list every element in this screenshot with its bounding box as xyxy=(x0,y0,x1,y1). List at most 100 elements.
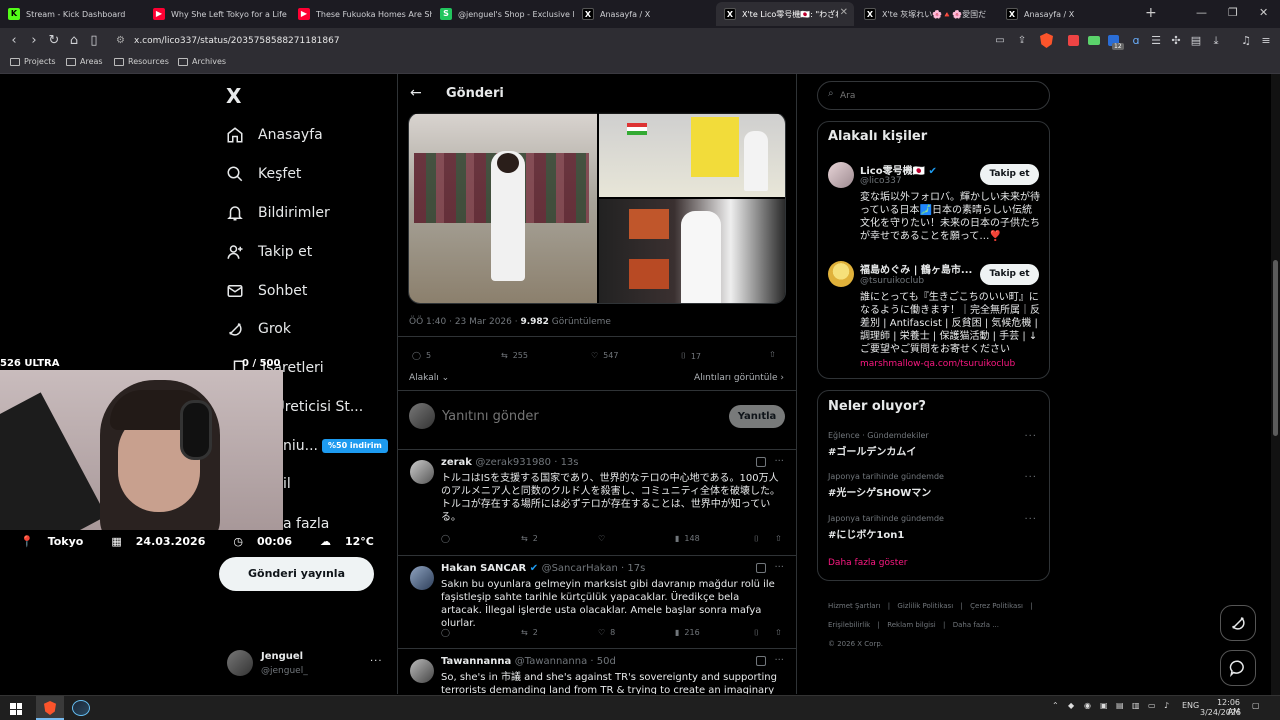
repost-action[interactable]: ⇆ 255 xyxy=(501,351,528,360)
avatar[interactable] xyxy=(410,460,434,484)
tray-chevron-icon[interactable]: ⌃ xyxy=(1052,701,1059,710)
avatar[interactable] xyxy=(410,566,434,590)
post-image[interactable] xyxy=(599,199,785,303)
account-avatar[interactable] xyxy=(227,650,253,676)
close-tab-icon[interactable]: ✕ xyxy=(840,7,848,18)
translate-icon[interactable]: ɑ xyxy=(1128,33,1144,49)
like-action[interactable]: ♡ 8 xyxy=(598,628,615,637)
more-icon[interactable]: ··· xyxy=(774,562,784,573)
grok-fab[interactable] xyxy=(1220,605,1256,641)
bookmark-action[interactable]: ⌷ xyxy=(754,534,759,544)
tray-app-icon[interactable]: ◆ xyxy=(1068,701,1074,710)
new-tab-button[interactable]: + xyxy=(1145,5,1157,21)
bookmark-folder[interactable]: Projects xyxy=(10,57,56,66)
author-name[interactable]: Hakan SANCAR xyxy=(441,563,526,574)
footer-link[interactable]: Hizmet Şartları xyxy=(828,602,880,610)
reply-input[interactable] xyxy=(442,406,672,426)
more-icon[interactable]: ··· xyxy=(774,456,784,467)
more-icon[interactable]: ··· xyxy=(1024,431,1037,442)
minimize-button[interactable]: — xyxy=(1196,6,1207,19)
post-image[interactable] xyxy=(409,113,597,303)
browser-tab[interactable]: K Stream - Kick Dashboard xyxy=(0,2,145,26)
reload-icon[interactable]: ↻ xyxy=(46,33,62,49)
person-link[interactable]: marshmallow-qa.com/tsuruikoclub xyxy=(860,359,1015,369)
person-name[interactable]: 福島めぐみ | 鶴ヶ島市... xyxy=(860,261,975,276)
grok-icon[interactable] xyxy=(756,563,766,573)
extensions-icon[interactable]: ✣ xyxy=(1168,33,1184,49)
trend-item[interactable]: #ゴールデンカムイ xyxy=(828,443,916,458)
sidebar-item-follow[interactable]: Takip et xyxy=(226,237,312,267)
avatar[interactable] xyxy=(410,659,434,683)
sidebar-item-notifications[interactable]: Bildirimler xyxy=(226,198,330,228)
reading-list-icon[interactable]: ☰ xyxy=(1148,33,1164,49)
post-media-grid[interactable] xyxy=(408,112,786,304)
more-icon[interactable]: ··· xyxy=(774,655,784,666)
follow-button[interactable]: Takip et xyxy=(980,164,1039,185)
brave-shield-icon[interactable] xyxy=(1040,33,1053,48)
views-action[interactable]: ▮ 148 xyxy=(675,534,700,543)
footer-link[interactable]: Daha fazla ... xyxy=(953,621,999,629)
search-box[interactable]: ⌕ xyxy=(817,81,1050,110)
browser-tab[interactable]: ▶ These Fukuoka Homes Are Sho xyxy=(290,2,432,26)
network-icon[interactable]: ▭ xyxy=(1148,701,1156,710)
url-bar[interactable]: ⚙ x.com/lico337/status/20357585882711818… xyxy=(112,31,980,51)
home-icon[interactable]: ⌂ xyxy=(66,33,82,49)
reply-tweet[interactable]: Tawannanna @Tawannanna · 50d ··· So, she… xyxy=(398,648,796,694)
scrollbar-thumb[interactable] xyxy=(1273,260,1278,436)
more-icon[interactable]: ··· xyxy=(1024,472,1037,483)
sidebar-item-explore[interactable]: Keşfet xyxy=(226,159,301,189)
share-action[interactable]: ⇧ xyxy=(775,628,782,637)
reply-action[interactable]: ◯ 5 xyxy=(412,351,431,360)
bookmark-action[interactable]: ⌷ 17 xyxy=(681,351,701,361)
footer-link[interactable]: Erişilebilirlik xyxy=(828,621,870,629)
more-icon[interactable]: ··· xyxy=(1024,514,1037,525)
post-image[interactable] xyxy=(599,113,785,197)
trend-item[interactable]: #光ーシゲSHOWマン xyxy=(828,484,931,499)
browser-tab[interactable]: X Anasayfa / X xyxy=(998,2,1138,26)
follow-button[interactable]: Takip et xyxy=(980,264,1039,285)
site-settings-icon[interactable]: ⚙ xyxy=(116,31,125,51)
author-name[interactable]: zerak xyxy=(441,457,472,468)
sidebar-item-grok[interactable]: Grok xyxy=(226,314,291,344)
bookmark-folder[interactable]: Areas xyxy=(66,57,103,66)
repost-action[interactable]: ⇆ 2 xyxy=(521,628,538,637)
restore-button[interactable]: ❐ xyxy=(1228,6,1238,19)
share-icon[interactable]: ⇪ xyxy=(1014,33,1030,49)
steam-icon[interactable] xyxy=(72,700,90,716)
trend-item[interactable]: #にじボケ1on1 xyxy=(828,526,904,541)
account-name[interactable]: Jenguel xyxy=(261,651,303,662)
views-action[interactable]: ▮ 216 xyxy=(675,628,700,637)
grok-icon[interactable] xyxy=(756,656,766,666)
browser-tab[interactable]: X Anasayfa / X xyxy=(574,2,714,26)
x-logo[interactable]: X xyxy=(226,84,241,108)
avatar[interactable] xyxy=(828,261,854,287)
reply-button[interactable]: Yanıtla xyxy=(729,405,785,428)
tray-app-icon[interactable]: ▣ xyxy=(1100,701,1108,710)
wallet-icon[interactable]: ▤ xyxy=(1188,33,1204,49)
forward-icon[interactable]: › xyxy=(26,33,42,49)
sidebar-toggle-icon[interactable]: ▯ xyxy=(86,33,102,49)
show-more-link[interactable]: Daha fazla göster xyxy=(828,558,907,568)
bookmark-folder[interactable]: Archives xyxy=(178,57,226,66)
bookmark-action[interactable]: ⌷ xyxy=(754,628,759,638)
close-window-button[interactable]: ✕ xyxy=(1259,6,1268,19)
language-indicator[interactable]: ENG xyxy=(1182,701,1199,710)
scrollbar-track[interactable] xyxy=(1271,74,1280,695)
cast-icon[interactable]: ▭ xyxy=(992,33,1008,49)
browser-tab[interactable]: S @jenguel's Shop - Exclusive M xyxy=(432,2,574,26)
person-name[interactable]: Lico零号機🇯🇵 ✔ xyxy=(860,162,937,177)
like-action[interactable]: ♡ xyxy=(598,534,610,543)
reply-action[interactable]: ◯ xyxy=(441,628,455,637)
notification-icon[interactable]: ▢ xyxy=(1252,701,1260,710)
windows-start-icon[interactable] xyxy=(10,703,22,715)
account-menu-icon[interactable]: ··· xyxy=(370,656,383,667)
sidebar-item-home[interactable]: Anasayfa xyxy=(226,120,323,150)
reply-action[interactable]: ◯ xyxy=(441,534,455,543)
tray-app-icon[interactable]: ◉ xyxy=(1084,701,1091,710)
post-button[interactable]: Gönderi yayınla xyxy=(219,557,374,591)
footer-link[interactable]: Reklam bilgisi xyxy=(887,621,936,629)
browser-tab-active[interactable]: X X'te Lico零号機🇯🇵: "わざわざ ✕ xyxy=(716,2,854,26)
share-action[interactable]: ⇧ xyxy=(769,350,776,359)
repost-action[interactable]: ⇆ 2 xyxy=(521,534,538,543)
view-quotes-link[interactable]: Alıntıları görüntüle › xyxy=(694,373,784,383)
